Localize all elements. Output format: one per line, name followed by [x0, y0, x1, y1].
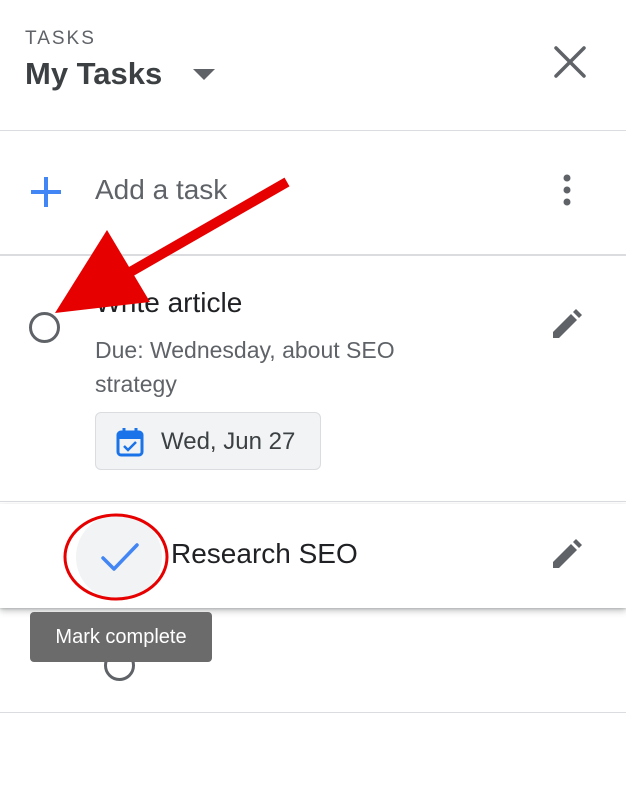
circle-icon[interactable]: [29, 312, 60, 343]
chevron-down-icon[interactable]: [193, 69, 215, 80]
task-title[interactable]: Research SEO: [171, 538, 358, 570]
more-options-button[interactable]: [553, 170, 581, 210]
list-bottom-divider: [0, 712, 626, 713]
close-icon: [554, 46, 586, 78]
plus-icon: [31, 177, 61, 207]
header-label: TASKS: [25, 28, 96, 49]
edit-icon: [553, 539, 582, 568]
edit-icon: [553, 309, 582, 338]
add-task-button[interactable]: [28, 174, 64, 210]
more-vert-icon: [563, 174, 571, 206]
task-title[interactable]: Write article: [95, 287, 242, 319]
due-date-chip[interactable]: Wed, Jun 27: [95, 412, 321, 470]
check-icon: [101, 543, 139, 571]
edit-task-button[interactable]: [549, 536, 585, 572]
add-task-row[interactable]: [0, 131, 626, 253]
due-date-text: Wed, Jun 27: [161, 428, 296, 455]
task-list-title[interactable]: My Tasks: [25, 56, 162, 92]
task-divider: [0, 501, 626, 502]
calendar-icon: [116, 428, 144, 457]
mark-complete-button[interactable]: [76, 514, 162, 600]
close-button[interactable]: [548, 40, 592, 84]
edit-task-button[interactable]: [549, 306, 585, 342]
panel-header: TASKS My Tasks: [0, 0, 626, 130]
task-notes[interactable]: Due: Wednesday, about SEO strategy: [95, 333, 475, 401]
mark-complete-tooltip: Mark complete: [30, 612, 212, 662]
add-task-label[interactable]: Add a task: [95, 174, 227, 206]
